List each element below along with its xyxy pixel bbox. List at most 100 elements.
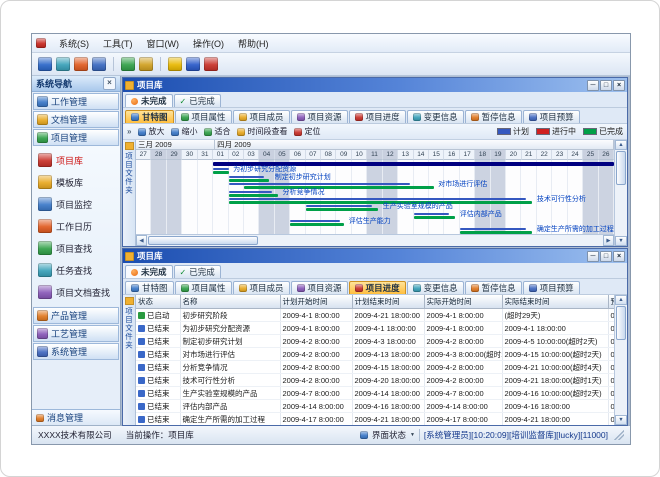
sidebar-item-template-library[interactable]: 模板库 xyxy=(38,171,120,193)
view-tab-gantt[interactable]: 甘特图 xyxy=(125,110,174,123)
scroll-thumb[interactable] xyxy=(148,236,258,245)
view-tab-budget[interactable]: 项目预算 xyxy=(523,110,580,123)
view-tab-resources[interactable]: 项目资源 xyxy=(291,281,348,294)
sidebar-group-system-mgmt[interactable]: 系统管理 xyxy=(33,343,119,360)
view-tab-members[interactable]: 项目成员 xyxy=(233,281,290,294)
menu-item-0[interactable]: 系统(S) xyxy=(52,38,96,50)
scroll-down-arrow[interactable]: ▼ xyxy=(615,236,627,246)
scroll-right-arrow[interactable]: ▶ xyxy=(603,235,614,246)
sidebar-close-button[interactable]: × xyxy=(103,77,116,90)
view-tab-changes[interactable]: 变更信息 xyxy=(407,281,464,294)
table-row[interactable]: 已结束分析竞争情况2009-4-2 8:00:002009-4-15 18:00… xyxy=(136,361,614,374)
sidebar-group-product-mgmt[interactable]: 产品管理 xyxy=(33,307,119,324)
report-icon[interactable] xyxy=(139,57,153,71)
column-header-4[interactable]: 实际开始时间 xyxy=(424,295,502,309)
project-folder-label: 项目文件夹 xyxy=(124,307,135,350)
ui-state-label[interactable]: 界面状态 xyxy=(372,429,406,441)
sidebar-group-doc-mgmt[interactable]: 文档管理 xyxy=(33,111,119,128)
table-row[interactable]: 已启动初步研究阶段2009-4-1 8:00:002009-4-21 18:00… xyxy=(136,309,614,322)
fit-button[interactable]: 适合 xyxy=(204,126,230,137)
view-tab-members[interactable]: 项目成员 xyxy=(233,110,290,123)
sidebar-item-work-calendar[interactable]: 工作日历 xyxy=(38,215,120,237)
sidebar-item-project-monitor[interactable]: 项目监控 xyxy=(38,193,120,215)
lock-icon[interactable] xyxy=(168,57,182,71)
table-row[interactable]: 已结束技术可行性分析2009-4-2 8:00:002009-4-20 18:0… xyxy=(136,374,614,387)
sidebar-item-task-search[interactable]: 任务查找 xyxy=(38,259,120,281)
scroll-left-arrow[interactable]: ◀ xyxy=(136,235,147,246)
view-tab-pauses[interactable]: 暂停信息 xyxy=(465,281,522,294)
view-tab-progress[interactable]: 项目进度 xyxy=(349,110,406,123)
maximize-button[interactable]: □ xyxy=(600,251,612,262)
zoom-out-button[interactable]: 缩小 xyxy=(171,126,197,137)
view-tab-properties[interactable]: 项目属性 xyxy=(175,110,232,123)
view-tab-changes[interactable]: 变更信息 xyxy=(407,110,464,123)
scroll-thumb[interactable] xyxy=(616,151,626,185)
scroll-track[interactable] xyxy=(147,235,603,246)
menu-item-3[interactable]: 操作(O) xyxy=(186,38,231,50)
view-tab-pauses[interactable]: 暂停信息 xyxy=(465,110,522,123)
scroll-up-arrow[interactable]: ▲ xyxy=(615,140,627,150)
save-icon[interactable] xyxy=(38,57,52,71)
menu-item-1[interactable]: 工具(T) xyxy=(96,38,140,50)
window-titlebar[interactable]: 项目库 ─ □ × xyxy=(123,78,627,92)
resize-grip[interactable] xyxy=(614,430,624,440)
overflow-chevron[interactable]: » xyxy=(127,127,131,136)
sidebar-group-process-mgmt[interactable]: 工艺管理 xyxy=(33,325,119,342)
table-row[interactable]: 已结束制定初步研究计划2009-4-2 8:00:002009-4-3 18:0… xyxy=(136,335,614,348)
tab-unfinished[interactable]: 未完成 xyxy=(125,265,173,278)
sidebar-group-project-mgmt[interactable]: 项目管理 xyxy=(33,129,119,146)
message-mgmt-tab[interactable]: 消息管理 xyxy=(32,409,120,425)
table-row[interactable]: 已结束为初步研究分配资源2009-4-1 8:00:002009-4-1 18:… xyxy=(136,322,614,335)
scroll-thumb[interactable] xyxy=(616,306,626,340)
sidebar-item-project-search[interactable]: 项目查找 xyxy=(38,237,120,259)
view-tab-progress[interactable]: 项目进度 xyxy=(349,281,406,294)
sidebar-item-project-doc-search[interactable]: 项目文档查找 xyxy=(38,281,120,303)
project-folder-strip[interactable]: 项目文件夹 xyxy=(123,140,136,246)
vertical-scrollbar[interactable]: ▲ ▼ xyxy=(614,295,627,425)
vertical-scrollbar[interactable]: ▲ ▼ xyxy=(614,140,627,246)
menu-item-2[interactable]: 窗口(W) xyxy=(140,38,187,50)
day-header: 01 xyxy=(213,150,228,160)
maximize-button[interactable]: □ xyxy=(600,80,612,91)
view-tab-gantt[interactable]: 甘特图 xyxy=(125,281,174,294)
tab-finished[interactable]: ✓已完成 xyxy=(174,94,221,107)
dropdown-arrow-icon[interactable]: ▼ xyxy=(410,432,415,438)
table-row[interactable]: 已结束对市场进行评估2009-4-2 8:00:002009-4-13 18:0… xyxy=(136,348,614,361)
schedule-icon[interactable] xyxy=(121,57,135,71)
scroll-down-arrow[interactable]: ▼ xyxy=(615,415,627,425)
close-button[interactable]: × xyxy=(613,251,625,262)
print-icon[interactable] xyxy=(56,57,70,71)
sidebar-item-project-library[interactable]: 项目库 xyxy=(38,149,120,171)
tab-unfinished[interactable]: 未完成 xyxy=(125,94,173,107)
calendar-icon[interactable] xyxy=(74,57,88,71)
tab-finished[interactable]: ✓已完成 xyxy=(174,265,221,278)
column-header-0[interactable]: 状态 xyxy=(136,295,180,309)
column-header-5[interactable]: 实际结束时间 xyxy=(502,295,608,309)
time-range-button[interactable]: 时间段查看 xyxy=(237,126,287,137)
project-folder-strip[interactable]: 项目文件夹 xyxy=(123,295,136,425)
view-tab-resources[interactable]: 项目资源 xyxy=(291,110,348,123)
view-tab-budget[interactable]: 项目预算 xyxy=(523,281,580,294)
table-row[interactable]: 已结束评估内部产品2009-4-14 8:00:002009-4-16 18:0… xyxy=(136,400,614,413)
table-row[interactable]: 已结束生产实验室规模的产品2009-4-7 8:00:002009-4-14 1… xyxy=(136,387,614,400)
search-icon[interactable] xyxy=(92,57,106,71)
column-header-2[interactable]: 计划开始时间 xyxy=(280,295,352,309)
scroll-track[interactable] xyxy=(615,341,627,415)
scroll-up-arrow[interactable]: ▲ xyxy=(615,295,627,305)
horizontal-scrollbar[interactable]: ◀ ▶ xyxy=(136,234,614,246)
column-header-3[interactable]: 计划结束时间 xyxy=(352,295,424,309)
help-icon[interactable] xyxy=(186,57,200,71)
column-header-1[interactable]: 名称 xyxy=(180,295,280,309)
locate-button[interactable]: 定位 xyxy=(294,126,320,137)
minimize-button[interactable]: ─ xyxy=(587,80,599,91)
window-titlebar[interactable]: 项目库 ─ □ × xyxy=(123,249,627,263)
menu-item-4[interactable]: 帮助(H) xyxy=(231,38,276,50)
sidebar-group-work-mgmt[interactable]: 工作管理 xyxy=(33,93,119,110)
minimize-button[interactable]: ─ xyxy=(587,251,599,262)
scroll-track[interactable] xyxy=(615,186,627,236)
table-row[interactable]: 已结束确定生产所需的加工过程2009-4-17 8:00:002009-4-21… xyxy=(136,413,614,426)
close-button[interactable]: × xyxy=(613,80,625,91)
view-tab-properties[interactable]: 项目属性 xyxy=(175,281,232,294)
exit-icon[interactable] xyxy=(204,57,218,71)
zoom-in-button[interactable]: 放大 xyxy=(138,126,164,137)
